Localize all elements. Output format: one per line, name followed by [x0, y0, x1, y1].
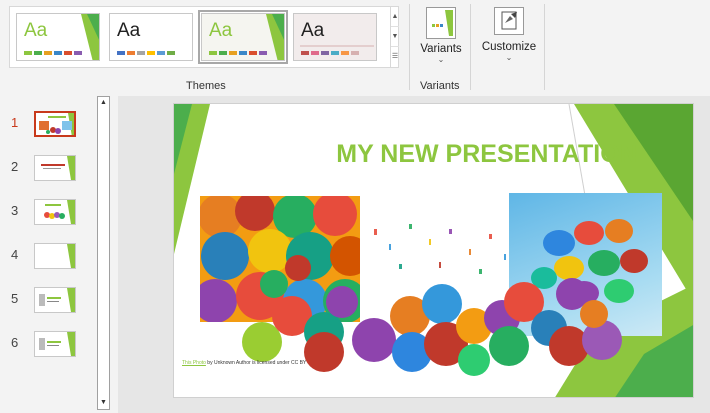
photo-credit-caption: This Photo by Unknown Author is licensed… — [182, 360, 306, 366]
theme-sample-text: Aa — [301, 20, 325, 41]
slide-thumbnail-3[interactable]: 3 — [0, 198, 96, 228]
ribbon: Aa Aa Aa Aa ▲ ▼ ☰ Themes Variants ⌄ Vari… — [0, 0, 710, 96]
theme-color-swatches — [209, 51, 267, 55]
slide-number: 6 — [11, 335, 19, 350]
slide-number: 3 — [11, 203, 19, 218]
slide-thumbnail-1[interactable]: 1 — [0, 110, 96, 140]
gallery-up-icon[interactable]: ▲ — [391, 7, 399, 27]
slide-preview — [34, 111, 76, 137]
variants-label: Variants — [420, 43, 462, 55]
customize-button[interactable]: Customize ⌄ — [478, 7, 540, 62]
customize-icon — [494, 7, 524, 35]
slide-preview — [34, 199, 76, 225]
slide-thumbnail-4[interactable]: 4 — [0, 242, 96, 272]
slide-thumbnail-5[interactable]: 5 — [0, 286, 96, 316]
scroll-down-icon[interactable]: ▼ — [98, 397, 109, 409]
theme-tile-facet-green[interactable]: Aa — [16, 13, 100, 61]
gallery-more-icon[interactable]: ☰ — [391, 47, 399, 67]
variants-icon — [426, 7, 456, 39]
theme-color-swatches — [117, 51, 175, 55]
confetti-balloons-cluster — [242, 224, 622, 376]
variants-group-label: Variants — [420, 80, 460, 92]
slide-preview — [34, 155, 76, 181]
chevron-down-icon: ⌄ — [437, 55, 445, 64]
theme-sample-text: Aa — [117, 20, 141, 41]
ribbon-separator — [544, 4, 545, 90]
theme-sample-text: Aa — [209, 20, 233, 41]
ribbon-separator — [470, 4, 471, 90]
theme-tile-office[interactable]: Aa — [109, 13, 193, 61]
themes-group-label: Themes — [186, 80, 226, 92]
theme-tile-current[interactable]: Aa — [198, 10, 288, 64]
slide-1[interactable]: MY NEW PRESENTATION This Photo by Unknow… — [173, 103, 694, 398]
slide-number: 2 — [11, 159, 19, 174]
slide-preview — [34, 243, 76, 269]
photo-credit-text: by Unknown Author is licensed under CC B… — [205, 360, 307, 366]
slide-thumbnail-pane: 1 2 3 4 5 6 — [0, 96, 112, 413]
slide-thumbnail-2[interactable]: 2 — [0, 154, 96, 184]
slide-thumbnail-6[interactable]: 6 — [0, 330, 96, 360]
theme-tile-pink[interactable]: Aa — [293, 13, 377, 61]
theme-sample-text: Aa — [24, 20, 48, 41]
slide-preview — [34, 331, 76, 357]
ribbon-separator — [409, 4, 410, 90]
theme-color-swatches — [24, 51, 82, 55]
chevron-down-icon: ⌄ — [505, 53, 513, 62]
gallery-down-icon[interactable]: ▼ — [391, 27, 399, 47]
slide-number: 1 — [11, 115, 19, 130]
photo-credit-link[interactable]: This Photo — [182, 360, 206, 366]
slide-number: 4 — [11, 247, 19, 262]
slide-number: 5 — [11, 291, 19, 306]
themes-gallery: Aa Aa Aa Aa ▲ ▼ ☰ — [9, 6, 399, 68]
thumbnail-scrollbar[interactable]: ▲ ▼ — [97, 96, 110, 410]
theme-color-swatches — [301, 51, 359, 55]
slide-preview — [34, 287, 76, 313]
customize-label: Customize — [481, 41, 537, 53]
themes-gallery-scroll: ▲ ▼ ☰ — [390, 7, 399, 67]
variants-button[interactable]: Variants ⌄ — [417, 7, 465, 64]
scroll-up-icon[interactable]: ▲ — [98, 97, 109, 109]
